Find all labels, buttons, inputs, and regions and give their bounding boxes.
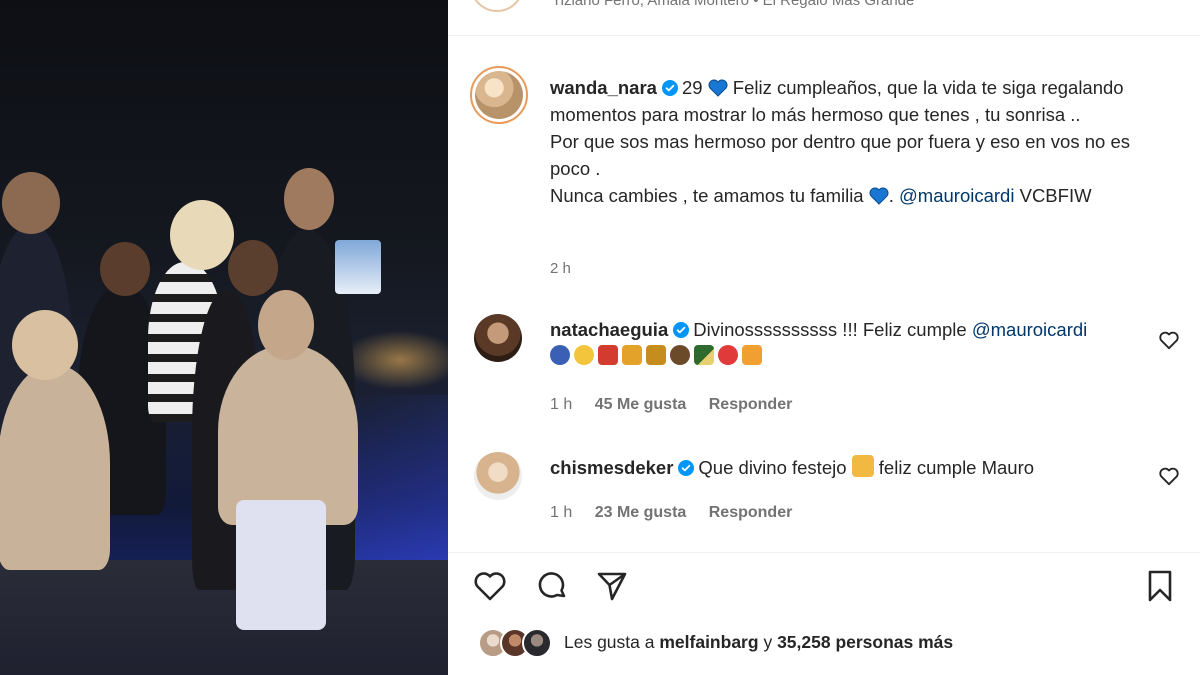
emoji-dancer-icon: [598, 345, 618, 365]
header-avatar[interactable]: [470, 0, 524, 12]
birthday-cake: [335, 240, 381, 294]
verified-badge-icon: [678, 460, 695, 476]
emoji-turkey-icon: [670, 345, 690, 365]
post-detail-panel: Tiziano Ferro, Amaia Montero • El Regalo…: [448, 0, 1200, 675]
blue-heart-emoji: [708, 79, 728, 97]
comment-body: Divinossssssssss !!! Feliz cumple: [693, 319, 967, 340]
comment-username[interactable]: chismesdeker: [550, 457, 673, 478]
comment-time[interactable]: 1 h: [550, 396, 572, 413]
share-icon[interactable]: [594, 568, 630, 604]
emoji-mask-icon: [550, 345, 570, 365]
comment-time[interactable]: 1 h: [550, 504, 572, 521]
comment-meta: 1 h 45 Me gusta Responder: [550, 396, 810, 414]
likes-connector: y: [763, 632, 773, 652]
comment-body: Que divino festejo: [698, 457, 847, 478]
caption-text: wanda_nara 29 Feliz cumpleaños, que la vi…: [550, 74, 1165, 209]
post-header: Tiziano Ferro, Amaia Montero • El Regalo…: [448, 0, 1200, 36]
likes-summary[interactable]: Les gusta a melfainbarg y 35,258 persona…: [478, 628, 1178, 658]
comment-likes[interactable]: 23 Me gusta: [595, 504, 687, 521]
likes-count[interactable]: 35,258 personas más: [777, 632, 953, 652]
emoji-fleur-icon: [646, 345, 666, 365]
bookmark-icon[interactable]: [1142, 568, 1178, 604]
emoji-sequence: [550, 345, 1140, 365]
liker-avatar: [522, 628, 552, 658]
comment-like-heart-icon[interactable]: [1158, 466, 1180, 486]
comment-item: natachaeguia Divinossssssssss !!! Feliz c…: [470, 314, 1180, 424]
caption-line-2: Por que sos mas hermoso por dentro que p…: [550, 131, 1130, 179]
caption-age: 29: [681, 77, 703, 98]
city-lights: [340, 330, 448, 390]
emoji-champagne-icon: [694, 345, 714, 365]
comment-reply-button[interactable]: Responder: [709, 504, 793, 521]
comment-icon[interactable]: [534, 568, 570, 604]
verified-badge-icon: [673, 322, 690, 338]
action-bar: [448, 552, 1200, 622]
caption-tag: VCBFIW: [1019, 185, 1092, 206]
comment-like-heart-icon[interactable]: [1158, 330, 1180, 350]
blue-heart-emoji: [869, 187, 889, 205]
audio-attribution[interactable]: Tiziano Ferro, Amaia Montero • El Regalo…: [552, 0, 914, 9]
emoji-party-popper-icon: [622, 345, 642, 365]
caption-avatar[interactable]: [470, 66, 528, 124]
commenter-avatar[interactable]: [474, 452, 522, 500]
comment-reply-button[interactable]: Responder: [709, 396, 793, 413]
caption-mention[interactable]: @mauroicardi: [899, 185, 1014, 206]
emoji-gift-icon: [742, 345, 762, 365]
comment-meta: 1 h 23 Me gusta Responder: [550, 504, 810, 522]
emoji-balloon-icon: [718, 345, 738, 365]
comment-mention[interactable]: @mauroicardi: [972, 319, 1087, 340]
comment-item: chismesdeker Que divino festejo feliz cum…: [470, 452, 1180, 532]
caption-username[interactable]: wanda_nara: [550, 77, 657, 98]
post-photo[interactable]: [0, 0, 448, 675]
comment-text: natachaeguia Divinossssssssss !!! Feliz c…: [550, 316, 1140, 365]
emoji-face-icon: [574, 345, 594, 365]
likes-text: Les gusta a melfainbarg y 35,258 persona…: [564, 632, 953, 653]
likes-user[interactable]: melfainbarg: [659, 632, 758, 652]
emoji-raised-hands-icon: [851, 455, 874, 477]
comment-text: chismesdeker Que divino festejo feliz cum…: [550, 454, 1140, 481]
comment-likes[interactable]: 45 Me gusta: [595, 396, 687, 413]
comment-username[interactable]: natachaeguia: [550, 319, 668, 340]
likes-prefix: Les gusta a: [564, 632, 655, 652]
caption-period: .: [888, 185, 894, 206]
commenter-avatar[interactable]: [474, 314, 522, 362]
caption-line-3: Nunca cambies , te amamos tu familia: [550, 185, 864, 206]
verified-badge-icon: [661, 80, 678, 96]
caption-timestamp[interactable]: 2 h: [550, 260, 571, 277]
heart-icon[interactable]: [472, 568, 508, 604]
comment-body-end: feliz cumple Mauro: [878, 457, 1035, 478]
